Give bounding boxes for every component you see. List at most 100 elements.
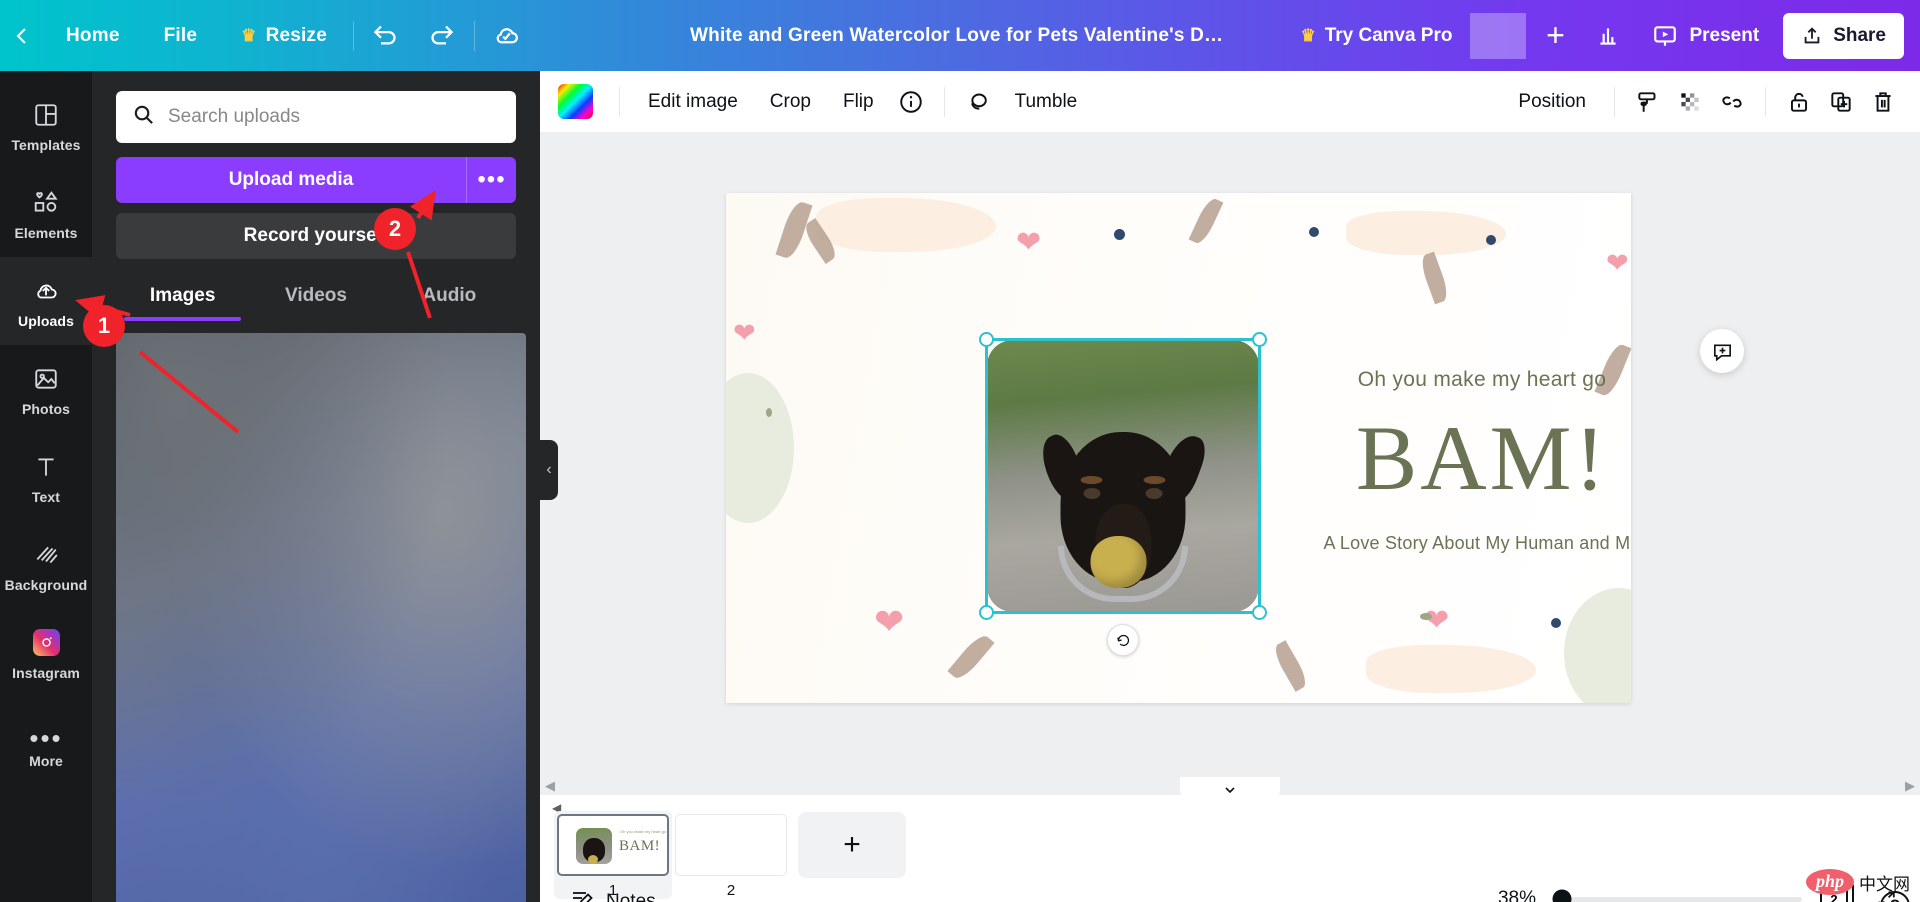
thumb-dog-photo [576,828,612,864]
sidebar-item-photos[interactable]: Photos [0,345,92,433]
menu-home-label: Home [66,25,120,47]
text-icon [33,450,59,480]
zoom-slider[interactable] [1562,897,1802,902]
scroll-right-arrow-icon[interactable]: ▶ [1900,778,1920,794]
share-label: Share [1833,25,1886,47]
page-thumbnail-1[interactable]: Oh you make my heart go BAM! 1 [554,811,672,899]
add-page-button[interactable]: + [798,812,906,878]
search-input[interactable] [168,106,500,128]
share-button[interactable]: Share [1783,13,1904,59]
menu-file[interactable]: File [142,0,220,71]
page-thumbnail-2[interactable]: 2 [672,811,790,899]
design-text-block[interactable]: Oh you make my heart go BAM! A Love Stor… [1322,368,1631,554]
add-comment-icon[interactable] [1700,329,1744,373]
upload-thumbnail[interactable] [116,333,526,902]
sidebar-item-label: Uploads [18,313,74,329]
resize-handle-bottom-left[interactable] [979,605,994,620]
flip-button[interactable]: Flip [827,82,890,122]
upload-media-button[interactable]: Upload media [116,157,466,203]
search-icon [132,103,155,131]
notes-label: Notes [606,891,656,902]
sidebar-item-background[interactable]: Background [0,521,92,609]
menu-resize[interactable]: ♛ Resize [219,0,349,71]
cloud-saved-icon[interactable] [479,0,535,71]
sidebar-item-text[interactable]: Text [0,433,92,521]
position-button[interactable]: Position [1502,82,1602,122]
zoom-slider-knob[interactable] [1553,890,1572,902]
watercolor-blob [1346,211,1506,255]
watercolor-dot [1114,229,1125,240]
crop-button[interactable]: Crop [754,82,827,122]
transparency-icon[interactable] [1669,82,1711,122]
delete-trash-icon[interactable] [1862,82,1904,122]
resize-handle-top-right[interactable] [1252,332,1267,347]
page-thumbnail-image: Oh you make my heart go BAM! [557,814,669,876]
sidebar-item-more[interactable]: ••• More [0,697,92,785]
watercolor-heart: ❤ [1424,603,1449,638]
resize-handle-top-left[interactable] [979,332,994,347]
selected-photo-element[interactable] [987,340,1259,612]
sidebar-item-label: Text [32,489,60,505]
scroll-left-arrow-icon[interactable]: ◀ [540,778,560,794]
tumble-icon[interactable] [957,82,999,122]
design-page-1[interactable]: ❤ ❤ ❤ ❤ ❤ Oh you make my heart go BAM! A… [726,193,1631,703]
menu-resize-label: Resize [266,25,327,47]
rotate-handle-icon[interactable] [1107,624,1139,656]
sidebar-item-label: Photos [22,401,70,417]
upload-more-options-button[interactable]: ••• [466,157,516,203]
annotation-badge-1: 1 [83,305,125,347]
image-toolbar: Edit image Crop Flip Tumble Position [540,71,1920,133]
search-uploads-field[interactable] [116,91,516,143]
redo-icon[interactable] [414,0,470,71]
duplicate-icon[interactable] [1820,82,1862,122]
document-title[interactable]: White and Green Watercolor Love for Pets… [690,25,1230,47]
sidebar-item-label: Elements [14,225,77,241]
present-button[interactable]: Present [1636,0,1775,71]
try-canva-pro-button[interactable]: ♛ Try Canva Pro [1282,0,1470,71]
panel-collapse-handle[interactable]: ‹ [540,440,558,500]
divider [474,21,475,51]
link-icon[interactable] [1711,82,1753,122]
image-color-swatch[interactable] [558,84,593,119]
sidebar-item-templates[interactable]: Templates [0,81,92,169]
watercolor-heart: ❤ [1016,225,1041,260]
tumble-button[interactable]: Tumble [999,82,1094,122]
info-icon[interactable] [890,82,932,122]
avatar[interactable] [1470,13,1526,59]
lock-icon[interactable] [1778,82,1820,122]
watercolor-blob [816,198,996,252]
menu-home[interactable]: Home [44,0,142,71]
watermark-php-text: php [1806,869,1854,895]
tab-images[interactable]: Images [116,285,249,321]
upload-actions-row: Upload media ••• [116,157,516,203]
invite-members-plus-icon[interactable]: + [1530,0,1580,71]
tab-audio[interactable]: Audio [383,285,516,321]
top-bar-left-group: Home File ♛ Resize [0,0,535,71]
tab-videos[interactable]: Videos [249,285,382,321]
record-yourself-button[interactable]: Record yourself [116,213,516,259]
uploads-panel: Upload media ••• Record yourself Images … [92,71,540,902]
sidebar-item-instagram[interactable]: Instagram [0,609,92,697]
edit-image-button[interactable]: Edit image [632,82,754,122]
pages-strip: ◀ Oh you make my heart go BAM! 1 [540,795,1920,902]
sidebar-item-label: More [29,753,63,769]
notes-button[interactable]: Notes [558,887,656,902]
headline-top-text: Oh you make my heart go [1322,368,1631,392]
watercolor-dot [1309,227,1319,237]
thumb-small-text: Oh you make my heart go [620,829,666,834]
sidebar-item-uploads[interactable]: Uploads [0,257,92,345]
back-chevron-icon[interactable] [0,24,44,48]
copy-style-roller-icon[interactable] [1627,82,1669,122]
watercolor-dot [1551,618,1561,628]
watercolor-dot [766,408,772,417]
editor-area: Edit image Crop Flip Tumble Position [540,71,1920,902]
zoom-percent[interactable]: 38% [1476,888,1536,902]
watercolor-heart: ❤ [733,318,756,349]
canvas-viewport[interactable]: ❤ ❤ ❤ ❤ ❤ Oh you make my heart go BAM! A… [540,133,1920,783]
uploads-grid [116,333,526,902]
sidebar-item-elements[interactable]: Elements [0,169,92,257]
insights-chart-icon[interactable] [1580,0,1636,71]
resize-handle-bottom-right[interactable] [1252,605,1267,620]
present-label: Present [1689,25,1759,47]
undo-icon[interactable] [358,0,414,71]
